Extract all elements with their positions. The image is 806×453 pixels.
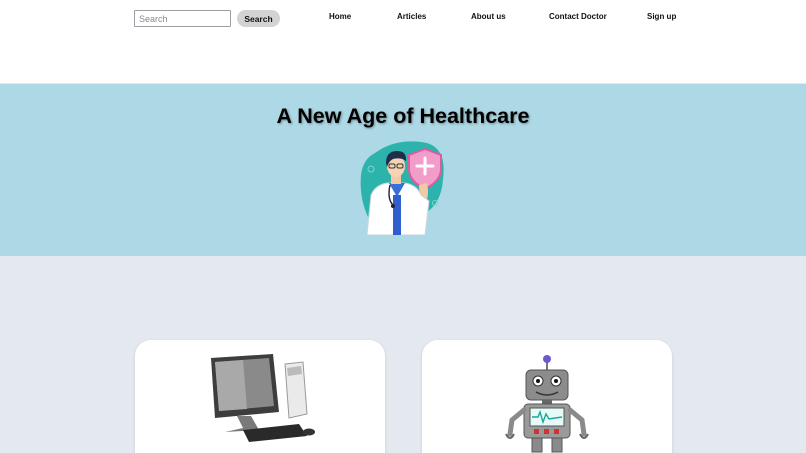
top-navbar: Search Home Articles About us Contact Do… [0, 0, 806, 84]
feature-card-computer[interactable] [135, 340, 385, 453]
nav-contact-doctor-link[interactable]: Contact Doctor [549, 12, 607, 21]
search-button[interactable]: Search [237, 10, 280, 27]
nav-articles-link[interactable]: Articles [397, 12, 426, 21]
feature-card-robot[interactable] [422, 340, 672, 453]
hero-banner: A New Age of Healthcare [0, 84, 806, 256]
desktop-computer-icon [211, 354, 315, 442]
robot-icon [505, 355, 589, 453]
nav-about-link[interactable]: About us [471, 12, 506, 21]
nav-sign-up-link[interactable]: Sign up [647, 12, 676, 21]
hero-title: A New Age of Healthcare [276, 104, 530, 128]
search-input[interactable] [134, 10, 231, 27]
nav-home-link[interactable]: Home [329, 12, 351, 21]
doctor-with-shield-icon [360, 141, 444, 235]
